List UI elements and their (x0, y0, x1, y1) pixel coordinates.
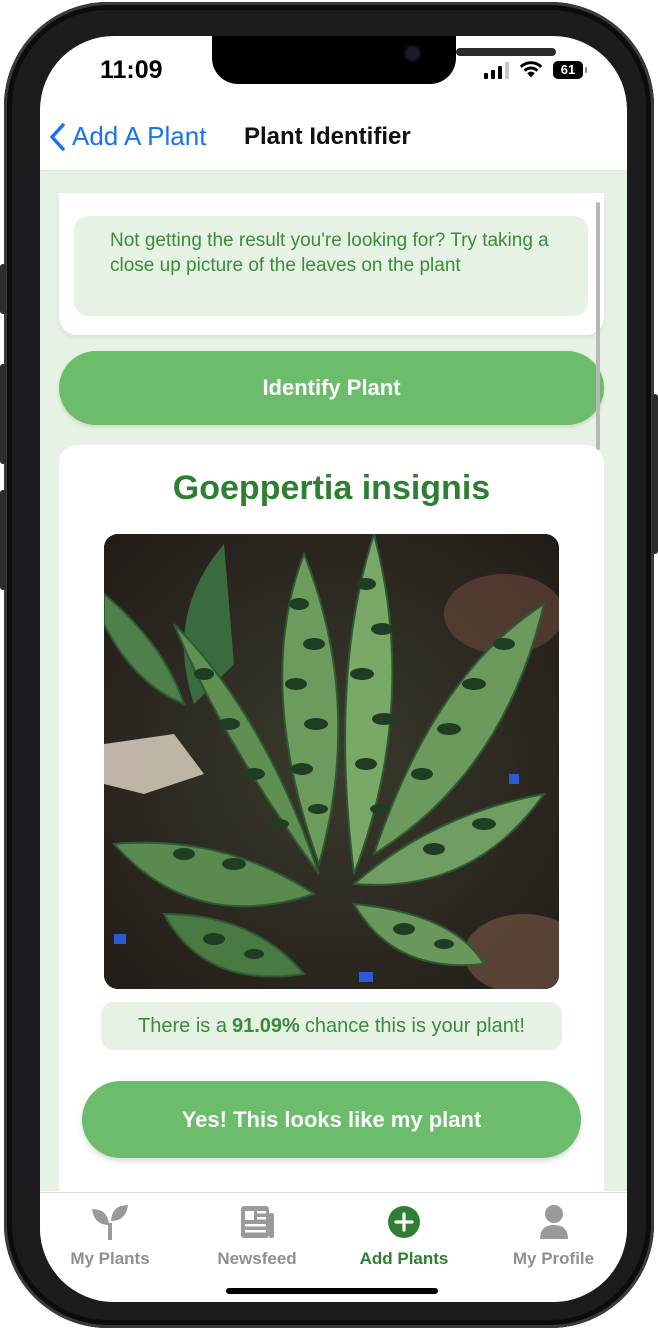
cellular-signal-icon (484, 61, 509, 79)
tab-bar: My Plants Newsfeed Add Plants My Profile (40, 1192, 627, 1302)
confirm-plant-button[interactable]: Yes! This looks like my plant (82, 1081, 581, 1158)
confidence-prefix: There is a (138, 1014, 227, 1037)
tab-label: Newsfeed (217, 1249, 297, 1268)
home-indicator[interactable] (226, 1288, 438, 1294)
tip-card: Not getting the result you're looking fo… (59, 193, 604, 335)
power-button (652, 394, 658, 554)
volume-up-button (0, 364, 6, 464)
tab-label: Add Plants (359, 1249, 449, 1268)
status-icons: 61 (484, 60, 587, 79)
scrollbar[interactable] (596, 202, 600, 450)
back-label: Add A Plant (72, 121, 207, 151)
mute-switch (0, 264, 6, 314)
tab-label: My Plants (70, 1249, 150, 1268)
plant-photo (104, 534, 559, 989)
confidence-value: 91.09% (231, 1014, 300, 1037)
sprout-icon (92, 1205, 128, 1240)
plus-circle-icon (388, 1206, 420, 1238)
tab-add-plants[interactable]: Add Plants (334, 1203, 474, 1269)
tab-label: My Profile (512, 1249, 595, 1268)
result-card: Goeppertia insignis There is a 91.09% ch… (59, 445, 604, 1191)
identify-plant-button[interactable]: Identify Plant (59, 351, 604, 425)
front-camera (406, 47, 419, 60)
tab-my-plants[interactable]: My Plants (40, 1203, 180, 1269)
confidence-message: There is a 91.09% chance this is your pl… (101, 1002, 562, 1050)
dynamic-island (212, 36, 556, 84)
screen: 11:09 61 Add A Plant Plant Identifier No… (40, 36, 627, 1302)
chevron-left-icon (50, 122, 65, 151)
scroll-content[interactable]: Not getting the result you're looking fo… (40, 171, 627, 1191)
plant-name: Goeppertia insignis (172, 469, 491, 507)
navigation-bar: Add A Plant Plant Identifier (40, 108, 627, 171)
confidence-suffix: chance this is your plant! (304, 1014, 525, 1037)
page-title: Plant Identifier (244, 123, 411, 150)
status-time: 11:09 (100, 56, 163, 84)
volume-down-button (0, 490, 6, 590)
battery-icon: 61 (553, 60, 587, 79)
battery-level: 61 (560, 62, 576, 77)
tip-message: Not getting the result you're looking fo… (74, 216, 588, 316)
person-icon (539, 1205, 568, 1239)
plant-image (104, 534, 559, 989)
phone-frame: 11:09 61 Add A Plant Plant Identifier No… (0, 2, 658, 1328)
earpiece-speaker (456, 48, 556, 56)
back-button[interactable]: Add A Plant (48, 121, 206, 152)
tab-my-profile[interactable]: My Profile (481, 1203, 626, 1269)
tab-newsfeed[interactable]: Newsfeed (187, 1203, 327, 1269)
wifi-icon (519, 61, 543, 78)
newspaper-icon (241, 1206, 274, 1238)
